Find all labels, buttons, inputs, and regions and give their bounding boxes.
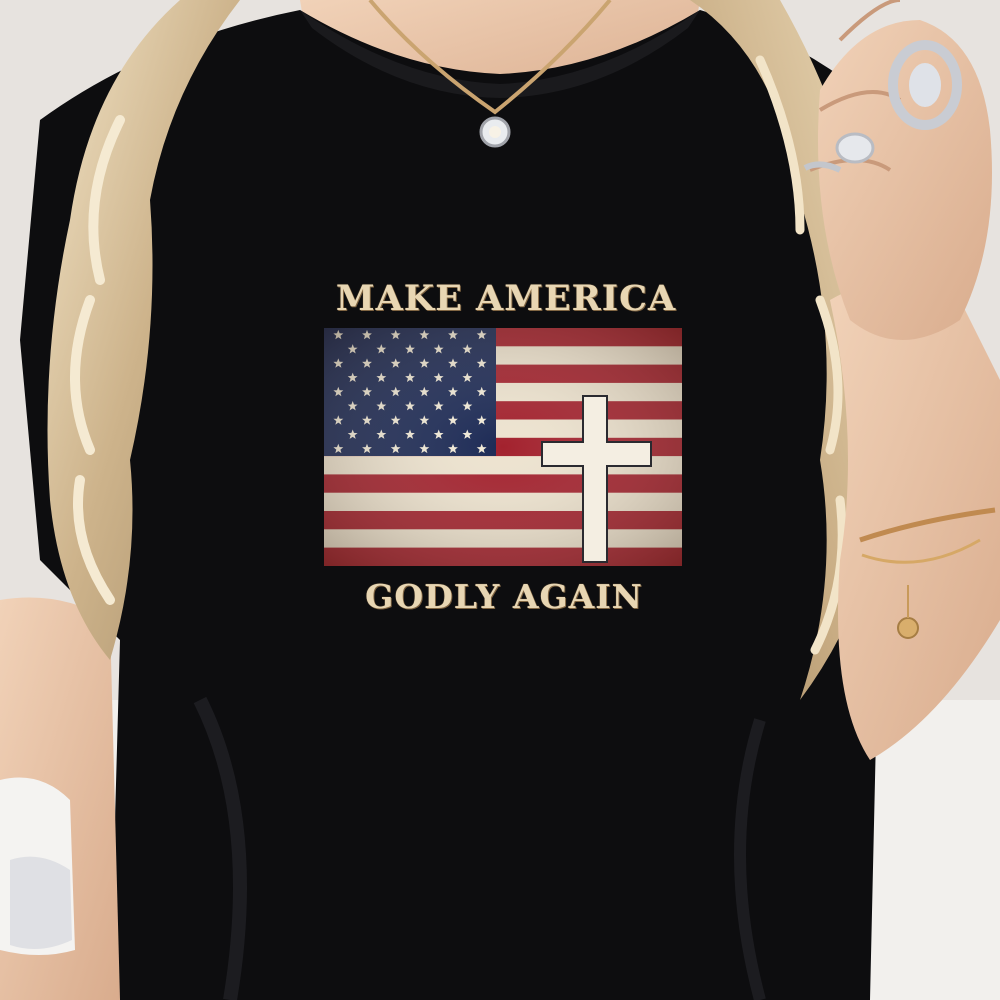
pendant-stone [489, 126, 501, 138]
photo-canvas [0, 0, 1000, 1000]
product-photo: MAKE AMERICA GODLY AGAIN [0, 0, 1000, 1000]
shirt-subline: GODLY AGAIN [365, 577, 643, 616]
american-flag-icon [324, 328, 682, 566]
bracelet-left [10, 856, 72, 949]
ring-icon [835, 132, 875, 164]
ring-stone [909, 63, 941, 107]
shirt-headline: MAKE AMERICA [335, 278, 677, 319]
bracelet-charm [897, 617, 919, 639]
